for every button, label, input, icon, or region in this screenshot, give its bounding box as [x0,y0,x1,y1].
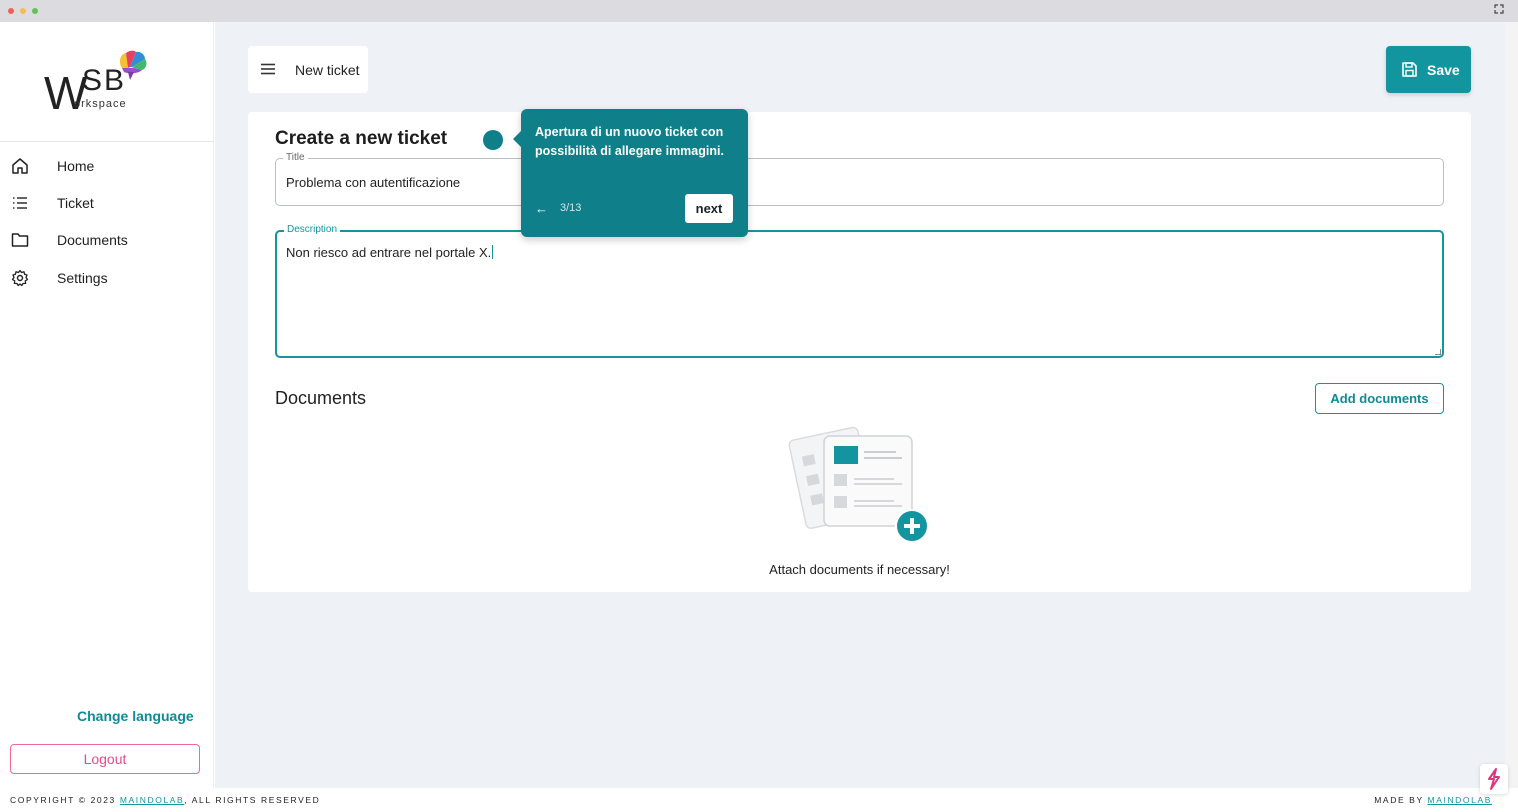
logout-button[interactable]: Logout [10,744,200,774]
wsb-workspace-logo[interactable]: W SB orkspace [44,48,154,116]
title-field-label: Title [283,152,308,164]
minimize-window-button[interactable] [20,8,26,14]
made-by-text: MADE BY [1374,795,1428,805]
fullscreen-icon[interactable] [1494,4,1506,16]
form-heading: Create a new ticket [275,128,448,149]
hamburger-menu-icon[interactable] [260,63,276,75]
footer: COPYRIGHT © 2023 MAINDOLAB, ALL RIGHTS R… [0,788,1518,812]
sidebar-item-home[interactable]: Home [0,150,214,182]
sidebar-item-label: Settings [57,270,108,286]
maindolab-credit-link[interactable]: MAINDOLAB [1428,795,1492,805]
tour-next-button[interactable]: next [685,194,733,223]
scrollbar[interactable] [1505,22,1518,788]
footer-made-by: MADE BY MAINDOLAB [1374,795,1492,805]
tour-beacon[interactable] [483,130,503,150]
sidebar: W SB orkspace Home Ticket Documents Sett… [0,22,214,788]
tooltip-arrow [513,131,521,147]
change-language-link[interactable]: Change language [77,708,194,724]
sidebar-item-label: Home [57,158,95,174]
tour-back-arrow-icon[interactable]: ← [535,201,548,216]
text-cursor [492,245,494,259]
sidebar-item-ticket[interactable]: Ticket [0,187,214,219]
documents-empty-illustration [788,426,929,543]
lightning-logo-icon [1488,768,1500,790]
sidebar-item-documents[interactable]: Documents [0,224,214,256]
title-field[interactable]: Title Problema con autentificazione [275,152,1444,206]
close-window-button[interactable] [8,8,14,14]
floating-widget-button[interactable] [1480,764,1508,794]
window-titlebar [0,0,1518,22]
rights-text: , ALL RIGHTS RESERVED [184,795,321,805]
footer-copyright: COPYRIGHT © 2023 MAINDOLAB, ALL RIGHTS R… [10,795,320,805]
floppy-disk-icon [1402,62,1417,77]
description-field-value: Non riesco ad entrare nel portale X. [286,245,492,260]
sidebar-item-label: Ticket [57,195,94,211]
description-field-content[interactable]: Non riesco ad entrare nel portale X. [286,245,494,260]
sidebar-divider [0,141,214,142]
gear-icon [11,269,29,287]
tour-progress: 3/13 [560,202,582,214]
title-field-value[interactable]: Problema con autentificazione [286,175,460,190]
folder-icon [11,233,29,247]
maximize-window-button[interactable] [32,8,38,14]
sidebar-item-settings[interactable]: Settings [0,262,214,294]
ticket-form-card: Create a new ticket Title Problema con a… [248,112,1471,592]
tour-tooltip: Apertura di un nuovo ticket con possibil… [513,109,748,237]
description-textarea[interactable]: Description Non riesco ad entrare nel po… [275,224,1444,358]
documents-heading: Documents [275,388,367,408]
resize-handle[interactable] [1435,349,1441,355]
save-button-label: Save [1427,62,1460,78]
brain-logo-icon [119,50,147,80]
copyright-text: COPYRIGHT © 2023 [10,795,120,805]
tour-tooltip-text: Apertura di un nuovo ticket con possibil… [535,125,724,158]
maindolab-link[interactable]: MAINDOLAB [120,795,184,805]
add-documents-button[interactable]: Add documents [1315,383,1444,414]
attach-documents-hint: Attach documents if necessary! [769,562,950,577]
sidebar-item-label: Documents [57,232,128,248]
save-button[interactable]: Save [1386,46,1471,93]
page-header: New ticket [248,46,368,93]
page-title: New ticket [295,62,360,78]
description-field-label: Description [284,224,341,236]
list-icon [13,197,27,209]
logo-subtitle: orkspace [74,98,127,110]
home-icon [12,158,28,174]
